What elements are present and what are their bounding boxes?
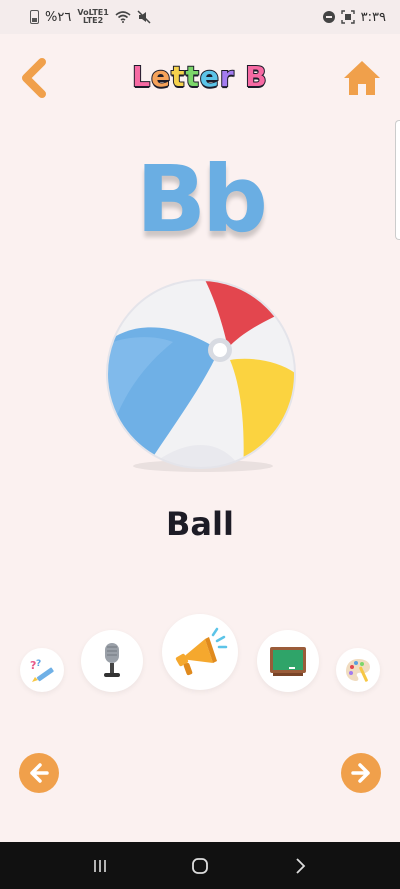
home-icon [344,61,380,95]
record-button[interactable] [81,630,143,692]
signal-label-bottom: LTE2 [82,16,104,25]
big-letter[interactable]: Bb [100,145,300,255]
screenshot-icon [340,10,355,24]
wifi-icon [115,11,131,23]
clock: ٣:٣٩ [360,9,386,25]
system-home-button[interactable] [180,851,220,881]
battery-percent: %٢٦ [45,9,72,25]
battery-icon [30,10,39,24]
signal-icon: VoLTE1 LTE2 [77,9,109,25]
palette-icon [346,659,370,682]
beach-ball-image[interactable] [103,276,299,472]
chalkboard-icon [270,647,306,676]
arrow-right-icon [351,763,370,783]
recents-button[interactable] [80,851,120,881]
word-label[interactable]: Ball [100,505,300,551]
status-left: %٢٦ VoLTE1 LTE2 [30,9,151,25]
paint-button[interactable] [336,648,380,692]
header: Letter B [0,50,400,110]
arrow-left-icon [30,763,49,783]
status-bar: %٢٦ VoLTE1 LTE2 ٣:٣٩ [0,0,400,34]
quiz-pencil-icon: ? ? [30,659,54,682]
side-panel-handle[interactable] [395,120,400,240]
board-button[interactable] [257,630,319,692]
system-nav-bar [0,842,400,889]
chevron-left-icon [22,58,46,98]
system-back-button[interactable] [280,851,320,881]
back-button[interactable] [16,58,50,98]
recents-icon [94,859,106,872]
circle-home-icon [192,857,208,874]
next-letter-button[interactable] [341,753,381,793]
speak-button[interactable] [162,614,238,690]
do-not-disturb-icon [322,11,335,23]
previous-letter-button[interactable] [19,753,59,793]
home-button[interactable] [342,58,382,98]
svg-text:?: ? [36,659,41,669]
megaphone-icon [175,627,228,676]
mute-icon [137,10,151,24]
status-right: ٣:٣٩ [322,9,386,25]
page-title: Letter B [131,59,268,94]
chevron-right-icon [296,857,306,874]
quiz-button[interactable]: ? ? [20,648,64,692]
microphone-icon [104,643,120,677]
